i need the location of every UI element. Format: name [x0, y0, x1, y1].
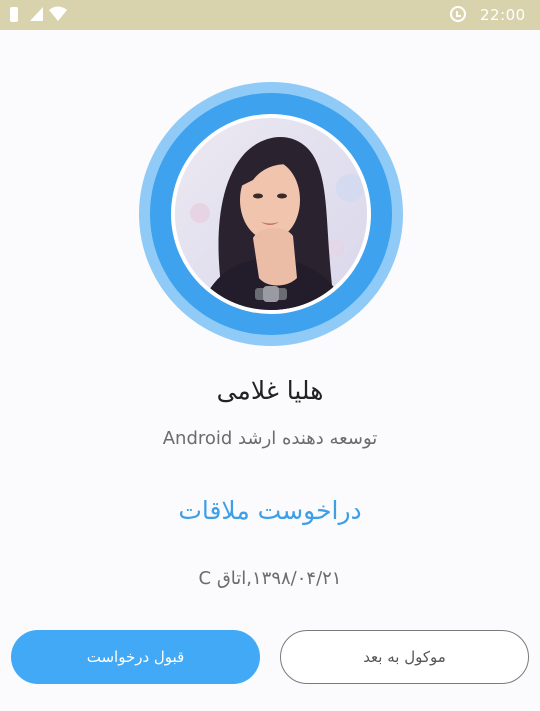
accept-request-button[interactable]: قبول درخواست	[11, 630, 260, 684]
wifi-icon	[49, 6, 67, 21]
meeting-request-title: دراخوست ملاقات	[178, 496, 362, 525]
status-time: 22:00	[480, 6, 526, 24]
profile-role: توسعه دهنده ارشد Android	[162, 428, 378, 449]
profile-photo	[175, 118, 367, 310]
meeting-request-screen: 22:00 هلیا غلامی توسعه دهنده ارشد Androi…	[0, 0, 540, 711]
profile-name: هلیا غلامی	[216, 376, 324, 405]
status-bar: 22:00	[0, 0, 540, 30]
postpone-label: موکول به بعد	[363, 648, 446, 666]
alarm-clock-icon	[450, 6, 466, 22]
postpone-button[interactable]: موکول به بعد	[280, 630, 529, 684]
sim-signal-icon	[30, 7, 43, 21]
avatar	[175, 118, 367, 310]
battery-icon	[10, 7, 18, 22]
meeting-date-room: ۱۳۹۸/۰۴/۲۱,اتاق C	[198, 568, 342, 589]
accept-request-label: قبول درخواست	[86, 648, 185, 666]
